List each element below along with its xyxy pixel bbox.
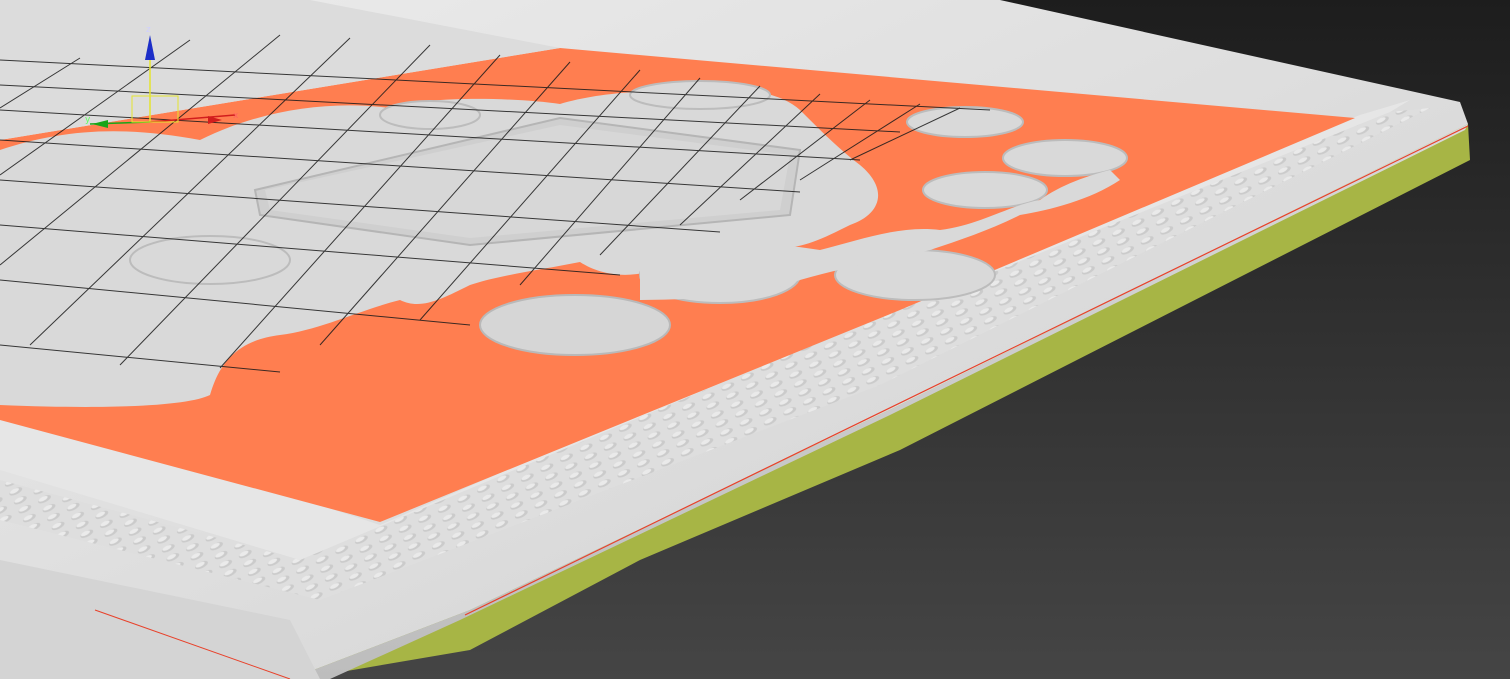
medallion-6 xyxy=(129,235,291,285)
medallion-1 xyxy=(479,294,671,356)
viewport-scene[interactable]: z x y xyxy=(0,0,1510,679)
gizmo-y-label: y xyxy=(85,115,91,125)
medallion-8 xyxy=(906,106,1024,138)
gizmo-z-label: z xyxy=(146,25,151,35)
3d-viewport[interactable]: z x y xyxy=(0,0,1510,679)
gizmo-x-label: x xyxy=(233,111,239,121)
medallion-5 xyxy=(922,171,1048,209)
